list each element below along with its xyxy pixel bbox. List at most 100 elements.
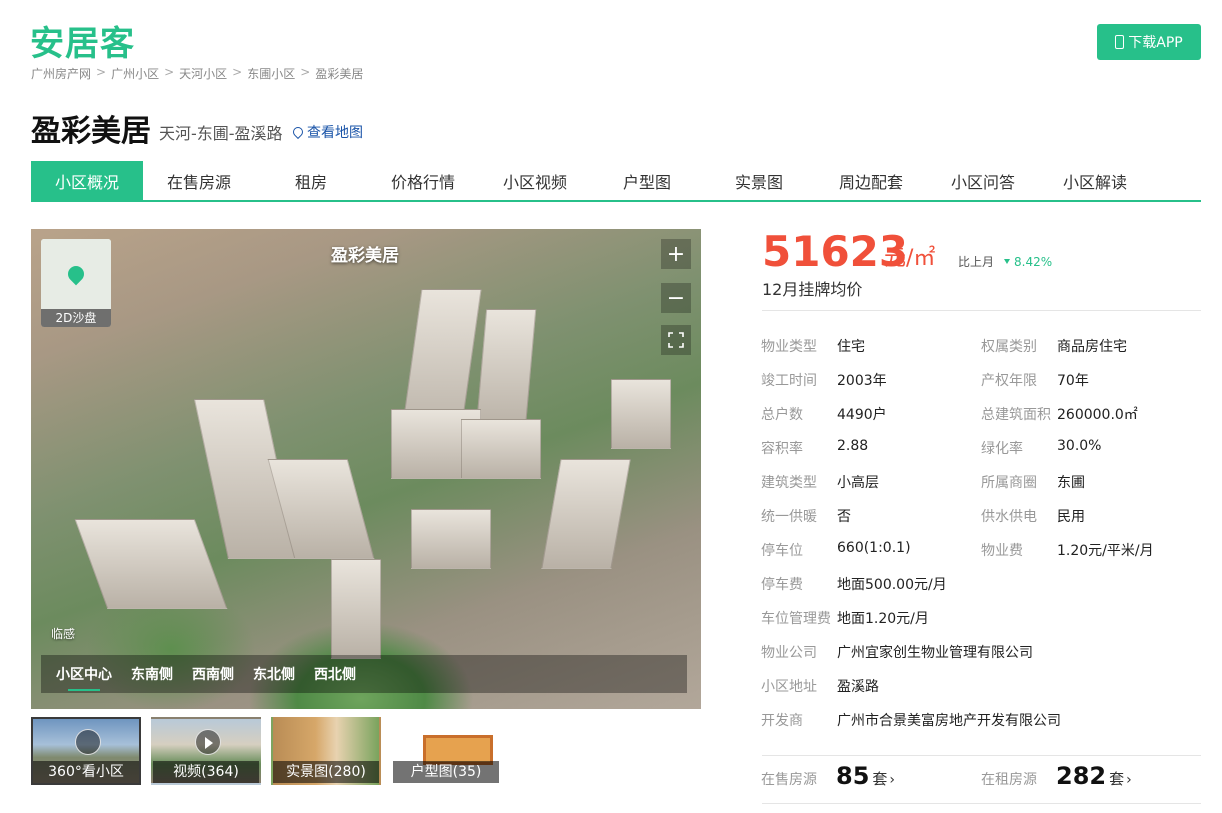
building	[611, 379, 671, 449]
breadcrumb-item[interactable]: 广州小区	[111, 65, 159, 82]
tab-bar: 小区概况 在售房源 租房 价格行情 小区视频 户型图 实景图 周边配套 小区问答…	[31, 161, 1201, 202]
tab-qa[interactable]: 小区问答	[927, 161, 1039, 200]
info-value: 东圃	[1057, 475, 1085, 491]
info-key: 产权年限	[981, 373, 1037, 389]
mom-label: 比上月	[958, 255, 995, 269]
info-value: 260000.0㎡	[1057, 407, 1138, 423]
chevron-right-icon: ›	[1126, 772, 1132, 788]
stat-unit: 套	[1109, 770, 1125, 788]
info-key: 统一供暖	[761, 509, 817, 525]
stat-count: 282	[1056, 762, 1107, 790]
info-value: 民用	[1057, 509, 1085, 525]
thumb-photos[interactable]: 实景图(280)	[271, 717, 381, 785]
panorama-title: 盈彩美居	[331, 246, 399, 266]
info-key: 所属商圈	[981, 475, 1037, 491]
fullscreen-button[interactable]	[661, 325, 691, 355]
2d-sandbox-label: 2D沙盘	[41, 309, 111, 327]
fullscreen-icon	[668, 332, 684, 348]
for-sale-link[interactable]: 在售房源 85 套 ›	[761, 762, 981, 790]
view-northwest[interactable]: 西北侧	[314, 664, 356, 684]
for-rent-link[interactable]: 在租房源 282 套 ›	[981, 762, 1201, 790]
view-center[interactable]: 小区中心	[56, 664, 112, 691]
building	[331, 559, 381, 659]
view-map-link[interactable]: 查看地图	[290, 122, 363, 142]
listing-stats: 在售房源 85 套 › 在租房源 282 套 ›	[761, 762, 1201, 790]
info-key: 物业公司	[761, 645, 817, 661]
info-value: 广州市合景美富房地产开发有限公司	[837, 713, 1061, 729]
info-key: 停车位	[761, 543, 803, 559]
building	[74, 519, 228, 609]
download-app-button[interactable]: 下载APP	[1097, 24, 1201, 60]
tab-rent[interactable]: 租房	[255, 161, 367, 200]
breadcrumb-item[interactable]: 东圃小区	[247, 65, 295, 82]
info-key: 建筑类型	[761, 475, 817, 491]
thumb-floor-plans[interactable]: 户型图(35)	[391, 717, 501, 785]
tab-floor-plans[interactable]: 户型图	[591, 161, 703, 200]
tab-overview[interactable]: 小区概况	[31, 161, 143, 200]
breadcrumb-separator: >	[300, 65, 311, 79]
mini-map	[41, 239, 111, 309]
view-northeast[interactable]: 东北侧	[253, 664, 295, 684]
tab-photos[interactable]: 实景图	[703, 161, 815, 200]
info-key: 总户数	[761, 407, 803, 423]
page-title: 盈彩美居	[31, 114, 151, 149]
tab-for-sale[interactable]: 在售房源	[143, 161, 255, 200]
info-key: 小区地址	[761, 679, 817, 695]
zoom-in-button[interactable]: +	[661, 239, 691, 269]
trend-icon	[1004, 259, 1011, 264]
divider	[762, 310, 1201, 311]
breadcrumb-separator: >	[96, 65, 107, 79]
building	[411, 509, 491, 569]
divider	[762, 803, 1201, 804]
breadcrumb-separator: >	[164, 65, 175, 79]
info-value: 商品房住宅	[1057, 339, 1127, 355]
sense-label[interactable]: 临感	[51, 625, 75, 642]
info-value: 小高层	[837, 475, 879, 491]
info-value: 2003年	[837, 373, 887, 389]
download-app-label: 下载APP	[1128, 35, 1183, 51]
breadcrumb-item[interactable]: 广州房产网	[31, 65, 91, 82]
breadcrumb-separator: >	[232, 65, 243, 79]
info-value: 660(1:0.1)	[837, 540, 911, 556]
info-value: 广州宜家创生物业管理有限公司	[837, 645, 1033, 661]
mom-value: 8.42%	[1014, 254, 1053, 269]
thumb-caption: 360°看小区	[33, 761, 139, 783]
view-southeast[interactable]: 东南侧	[131, 664, 173, 684]
info-value: 4490户	[837, 407, 887, 423]
tab-price-trend[interactable]: 价格行情	[367, 161, 479, 200]
stat-count: 85	[836, 762, 870, 790]
tab-surroundings[interactable]: 周边配套	[815, 161, 927, 200]
view-map-label: 查看地图	[307, 125, 363, 141]
aerial-panorama[interactable]: 盈彩美居 2D沙盘 + − 临感 小区中心 东南侧 西南侧 东北侧 西北侧	[31, 229, 701, 709]
info-key: 物业类型	[761, 339, 817, 355]
thumb-360[interactable]: 360°看小区	[31, 717, 141, 785]
zoom-out-button[interactable]: −	[661, 283, 691, 313]
info-key: 物业费	[981, 543, 1023, 559]
tab-video[interactable]: 小区视频	[479, 161, 591, 200]
info-key: 竣工时间	[761, 373, 817, 389]
media-thumbnails: 360°看小区 视频(364) 实景图(280) 户型图(35)	[31, 717, 501, 785]
info-key: 开发商	[761, 713, 803, 729]
building	[475, 309, 537, 429]
info-key: 停车费	[761, 577, 803, 593]
info-key: 总建筑面积	[981, 407, 1051, 423]
building	[541, 459, 631, 569]
breadcrumb-item[interactable]: 天河小区	[179, 65, 227, 82]
view-angle-bar: 小区中心 东南侧 西南侧 东北侧 西北侧	[41, 655, 687, 693]
map-pin-icon	[64, 262, 88, 286]
info-value: 盈溪路	[837, 679, 879, 695]
info-value: 地面500.00元/月	[837, 577, 947, 593]
price-label: 12月挂牌均价	[762, 280, 863, 299]
building	[461, 419, 541, 479]
info-key: 容积率	[761, 441, 803, 457]
2d-sandbox-button[interactable]: 2D沙盘	[41, 239, 111, 327]
info-value: 2.88	[837, 438, 869, 454]
thumb-video[interactable]: 视频(364)	[151, 717, 261, 785]
stat-label: 在售房源	[761, 772, 817, 788]
month-over-month: 比上月 8.42%	[958, 253, 1052, 270]
site-logo[interactable]: 安居客	[30, 16, 135, 65]
stat-label: 在租房源	[981, 772, 1037, 788]
tab-interpretation[interactable]: 小区解读	[1039, 161, 1151, 200]
play-icon	[195, 729, 221, 755]
view-southwest[interactable]: 西南侧	[192, 664, 234, 684]
